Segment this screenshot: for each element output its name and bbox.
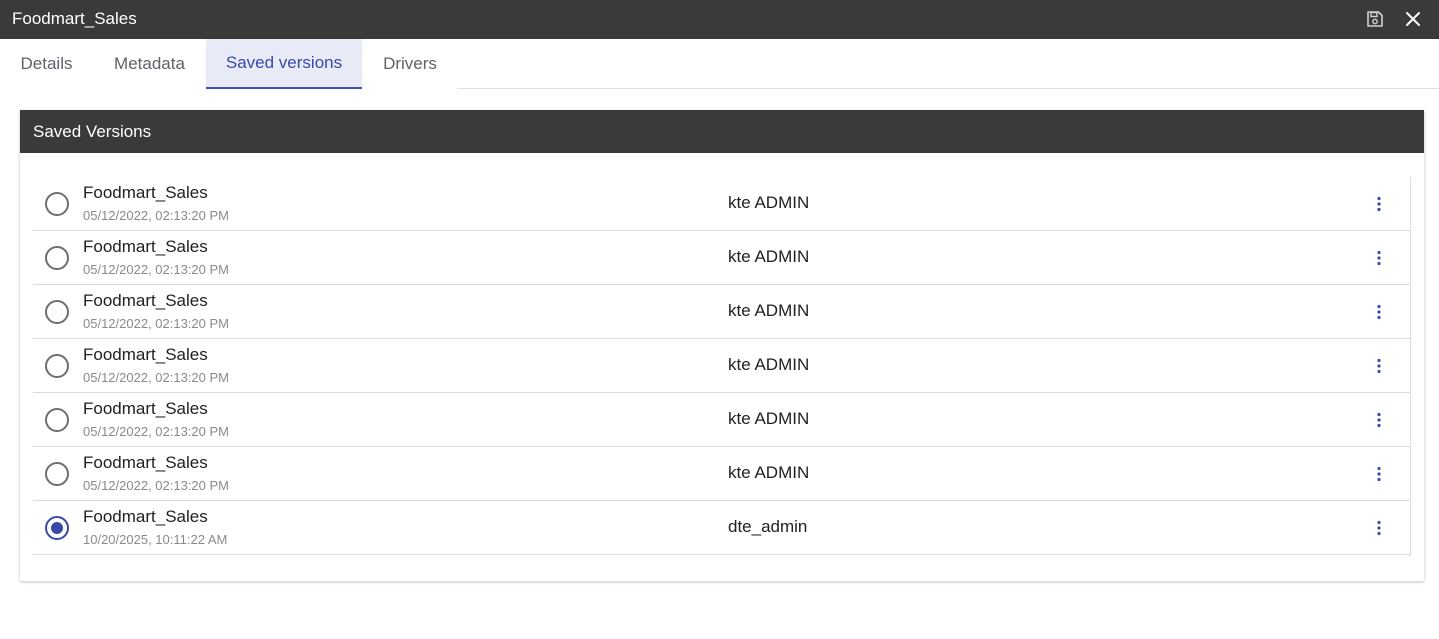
tab-drivers[interactable]: Drivers (362, 39, 458, 89)
version-menu-button[interactable] (1367, 408, 1391, 432)
version-name: Foodmart_Sales (83, 399, 208, 418)
more-vert-icon (1377, 304, 1381, 320)
version-radio[interactable] (45, 462, 69, 486)
version-radio[interactable] (45, 300, 69, 324)
version-date: 05/12/2022, 02:13:20 PM (83, 262, 230, 277)
version-row[interactable]: Foodmart_Sales 05/12/2022, 02:13:20 PM kte… (33, 231, 1410, 285)
more-vert-icon (1377, 466, 1381, 482)
close-icon (1406, 12, 1420, 26)
version-menu-button[interactable] (1367, 462, 1391, 486)
more-vert-icon (1377, 250, 1381, 266)
saved-versions-panel: Saved Versions Foodmart_Sales 05/12/2022,… (20, 110, 1424, 581)
version-name: Foodmart_Sales (83, 453, 208, 472)
version-date: 05/12/2022, 02:13:20 PM (83, 370, 230, 385)
version-menu-button[interactable] (1367, 246, 1391, 270)
version-menu-button[interactable] (1367, 516, 1391, 540)
save-button[interactable] (1363, 7, 1387, 31)
version-radio[interactable] (45, 192, 69, 216)
version-name: Foodmart_Sales (83, 507, 208, 526)
version-row[interactable]: Foodmart_Sales 05/12/2022, 02:13:20 PM kte… (33, 339, 1410, 393)
version-name: Foodmart_Sales (83, 291, 208, 310)
tab-bar: Details Metadata Saved versions Drivers (0, 39, 1439, 89)
more-vert-icon (1377, 412, 1381, 428)
window-titlebar: Foodmart_Sales (0, 0, 1439, 39)
version-menu-button[interactable] (1367, 192, 1391, 216)
version-user: kte ADMIN (728, 301, 810, 320)
tab-metadata[interactable]: Metadata (93, 39, 206, 89)
version-row[interactable]: Foodmart_Sales 05/12/2022, 02:13:20 PM kte… (33, 447, 1410, 501)
save-icon (1367, 11, 1383, 27)
version-radio[interactable] (45, 354, 69, 378)
more-vert-icon (1377, 196, 1381, 212)
more-vert-icon (1377, 520, 1381, 536)
version-menu-button[interactable] (1367, 300, 1391, 324)
close-button[interactable] (1401, 7, 1425, 31)
tab-divider (457, 88, 1439, 89)
version-menu-button[interactable] (1367, 354, 1391, 378)
version-radio[interactable] (45, 246, 69, 270)
version-radio[interactable] (45, 516, 69, 540)
version-date: 05/12/2022, 02:13:20 PM (83, 424, 230, 439)
version-user: kte ADMIN (728, 463, 810, 482)
version-name: Foodmart_Sales (83, 183, 208, 202)
version-user: kte ADMIN (728, 355, 810, 374)
version-radio[interactable] (45, 408, 69, 432)
window-title: Foodmart_Sales (12, 9, 137, 28)
version-row[interactable]: Foodmart_Sales 05/12/2022, 02:13:20 PM kte… (33, 393, 1410, 447)
version-date: 05/12/2022, 02:13:20 PM (83, 478, 230, 493)
tab-saved-versions[interactable]: Saved versions (206, 39, 362, 89)
version-user: dte_admin (728, 517, 808, 536)
version-date: 05/12/2022, 02:13:20 PM (83, 316, 230, 331)
version-name: Foodmart_Sales (83, 345, 208, 364)
version-row[interactable]: Foodmart_Sales 10/20/2025, 10:11:22 AM dte… (33, 501, 1410, 555)
more-vert-icon (1377, 358, 1381, 374)
version-date: 05/12/2022, 02:13:20 PM (83, 208, 230, 223)
version-row[interactable]: Foodmart_Sales 05/12/2022, 02:13:20 PM kte… (33, 177, 1410, 231)
version-row[interactable]: Foodmart_Sales 05/12/2022, 02:13:20 PM kte… (33, 285, 1410, 339)
panel-title: Saved Versions (20, 110, 1424, 153)
version-user: kte ADMIN (728, 193, 810, 212)
version-name: Foodmart_Sales (83, 237, 208, 256)
tab-details[interactable]: Details (0, 39, 93, 89)
versions-list: Foodmart_Sales 05/12/2022, 02:13:20 PM kte… (33, 177, 1411, 556)
version-user: kte ADMIN (728, 247, 810, 266)
version-user: kte ADMIN (728, 409, 810, 428)
version-date: 10/20/2025, 10:11:22 AM (83, 532, 228, 547)
